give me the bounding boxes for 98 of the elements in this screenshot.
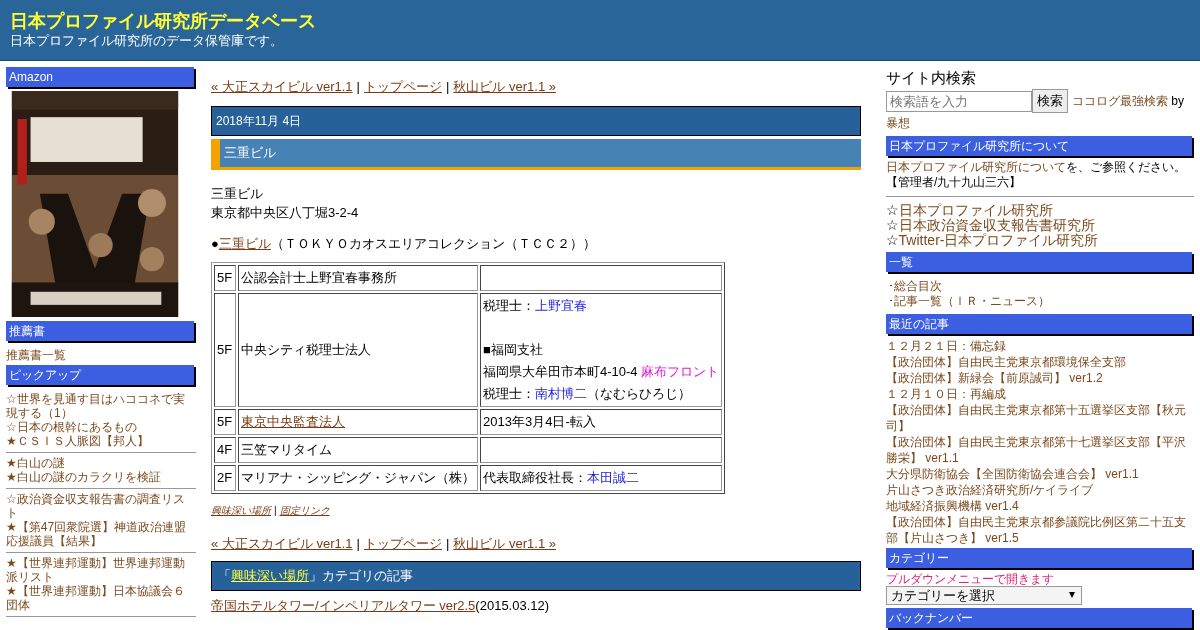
section-header: 推薦書 [6, 321, 194, 341]
home-link[interactable]: トップページ [364, 79, 442, 94]
permalink[interactable]: 固定リンク [279, 505, 330, 516]
site-link[interactable]: 日本政治資金収支報告書研究所 [898, 217, 1095, 233]
bullet: ･ [888, 294, 894, 308]
article-link[interactable]: 片山さつき政治経済研究所/ケイライブ [886, 482, 1194, 498]
next-link[interactable]: 秋山ビル ver1.1 » [453, 79, 556, 94]
sidebar-link[interactable]: ☆政治資金収支報告書の調査リスト [6, 492, 196, 520]
section-header: 最近の記事 [886, 314, 1192, 334]
separator: | [356, 536, 360, 551]
previous-link[interactable]: « 大正スカイビル ver1.1 [211, 79, 353, 94]
section-header: 一覧 [886, 252, 1192, 272]
previous-link[interactable]: « 大正スカイビル ver1.1 [211, 536, 353, 551]
sidebar-link[interactable]: ★ＣＳＩＳ人脈図【邦人】 [6, 434, 196, 448]
article-link[interactable]: 地域経済振興機構 ver1.4 [886, 498, 1194, 514]
about-text: 日本プロファイル研究所についてを、ご参照ください。 [886, 160, 1187, 175]
date-header: 2018年11月 4日 [211, 106, 861, 136]
category-link[interactable]: 興味深い場所 [211, 505, 271, 516]
category-heading: 」カテゴリの記事 [309, 568, 413, 583]
star-icon: ☆ [886, 217, 899, 233]
article-link[interactable]: 【政治団体】自由民主党東京都環境保全支部 [886, 354, 1194, 370]
body-text: 東京都中央区八丁堀3-2-4 [211, 204, 360, 222]
index-link[interactable]: 記事一覧（ＩＲ・ニュース） [894, 294, 1050, 308]
star-icon: ☆ [886, 232, 899, 248]
sidebar-link[interactable]: ★【第47回衆院選】神道政治連盟応援議員【結果】 [6, 520, 196, 548]
bullet: ● [211, 236, 219, 251]
table-cell: 4F [214, 437, 236, 463]
index-link[interactable]: 総合目次 [894, 279, 942, 293]
cell-text: 公認会計士上野宜春事務所 [241, 270, 397, 285]
cell-text: 代表取締役社長： [483, 470, 587, 485]
cell-text: ■福岡支社 [483, 342, 543, 357]
article-link[interactable]: 大分県防衛協会【全国防衛協会連合会】 ver1.1 [886, 466, 1194, 482]
article-link[interactable]: 【政治団体】自由民主党東京都第十五選挙区支部【秋元司】 [886, 402, 1194, 434]
table-cell: 5F [214, 409, 236, 435]
article-link[interactable]: 【政治団体】自由民主党東京都第十七選挙区支部【平沢勝栄】 ver1.1 [886, 434, 1194, 466]
admin-text: 【管理者/九十九山三六】 [886, 175, 1194, 197]
sidebar-link[interactable]: ★白山の謎のカラクリを検証 [6, 470, 196, 484]
sidebar-link[interactable]: ★白山の謎 [6, 456, 196, 470]
company-link[interactable]: 東京中央監査法人 [241, 414, 345, 429]
post-title: 三重ビル [211, 139, 861, 170]
article-link[interactable]: 帝国ホテルタワー/インペリアルタワー ver2.5 [211, 598, 476, 613]
person-link[interactable]: 上野宜春 [535, 298, 587, 313]
article-link[interactable]: 【政治団体】新緑会【前原誠司】 ver1.2 [886, 370, 1194, 386]
article-date: (2015.03.12) [475, 598, 550, 613]
search-heading: サイト内検索 [886, 68, 977, 88]
cell-text: マリアナ・シッピング・ジャパン（株） [241, 470, 475, 485]
table-cell: 5F [214, 265, 236, 291]
section-header: Amazon [6, 67, 194, 87]
cell-text: （なむらひろじ） [587, 386, 691, 401]
search-button[interactable]: 検索 [1032, 89, 1068, 113]
body-text: 三重ビル [211, 185, 264, 203]
star-icon: ☆ [886, 202, 899, 218]
cell-text: 中央シティ税理士法人 [241, 342, 371, 357]
bullet: ･ [888, 279, 894, 293]
section-header: 日本プロファイル研究所について [886, 136, 1192, 156]
section-header: カテゴリー [886, 548, 1192, 568]
separator: | [446, 79, 450, 94]
about-link[interactable]: 日本プロファイル研究所について [886, 160, 1066, 174]
sidebar-link[interactable]: ☆日本の根幹にあるもの [6, 420, 196, 434]
sidebar-link[interactable]: ★【世界連邦運動】日本協議会６団体 [6, 584, 196, 612]
site-description: 日本プロファイル研究所のデータ保管庫です。 [10, 32, 284, 50]
next-link[interactable]: 秋山ビル ver1.1 » [453, 536, 556, 551]
sidebar-link[interactable]: 推薦書一覧 [6, 348, 196, 362]
table-cell: 5F [214, 293, 236, 407]
body-text: （ＴＯＫＹＯカオスエリアコレクション（ＴＣＣ２）） [270, 236, 596, 251]
sidebar-link[interactable]: ☆世界を見通す目はハココネで実現する（1） [6, 392, 196, 420]
category-link[interactable]: 興味深い場所 [231, 568, 309, 583]
separator: | [356, 79, 360, 94]
cell-text: 税理士： [483, 298, 535, 313]
author-link[interactable]: 暴想 [886, 115, 910, 132]
cell-text: 税理士： [483, 386, 535, 401]
caret-icon [1069, 592, 1075, 598]
hint-text: プルダウンメニューで開きます [886, 572, 1055, 586]
separator: | [446, 536, 450, 551]
home-link[interactable]: トップページ [364, 536, 442, 551]
search-field[interactable]: 検索語を入力 [886, 90, 1032, 112]
credit-link[interactable]: ココログ最強検索 [1072, 93, 1168, 108]
article-link[interactable]: １２月１０日：再編成 [886, 386, 1194, 402]
article-link[interactable]: １２月２１日：備忘録 [886, 338, 1194, 354]
category-select[interactable]: カテゴリーを選択 [886, 586, 1082, 605]
section-header: ピックアップ [6, 365, 194, 385]
place-link[interactable]: 麻布フロント [641, 364, 720, 379]
separator: | [274, 505, 277, 516]
person-link[interactable]: 本田誠二 [587, 470, 639, 485]
sidebar-link[interactable]: ★【世界連邦運動】世界連邦運動派リスト [6, 556, 196, 584]
site-link[interactable]: Twitter-日本プロファイル研究所 [898, 232, 1099, 248]
cell-text: 2013年3月4日-転入 [483, 414, 596, 429]
bracket: 「 [218, 568, 231, 583]
person-link[interactable]: 南村博二 [535, 386, 587, 401]
site-link[interactable]: 日本プロファイル研究所 [898, 202, 1053, 218]
cell-text: 三笠マリタイム [241, 442, 332, 457]
source-link[interactable]: 三重ビル [218, 236, 271, 251]
section-header: バックナンバー [886, 608, 1192, 628]
credit-text: by [1170, 93, 1185, 108]
site-title[interactable]: 日本プロファイル研究所データベース [10, 10, 1190, 32]
article-link[interactable]: 【政治団体】自由民主党東京都参議院比例区第二十五支部【片山さつき】 ver1.5 [886, 514, 1194, 546]
table-cell: 2F [214, 465, 236, 491]
cell-text: 福岡県大牟田市本町4-10-4 [483, 364, 639, 379]
